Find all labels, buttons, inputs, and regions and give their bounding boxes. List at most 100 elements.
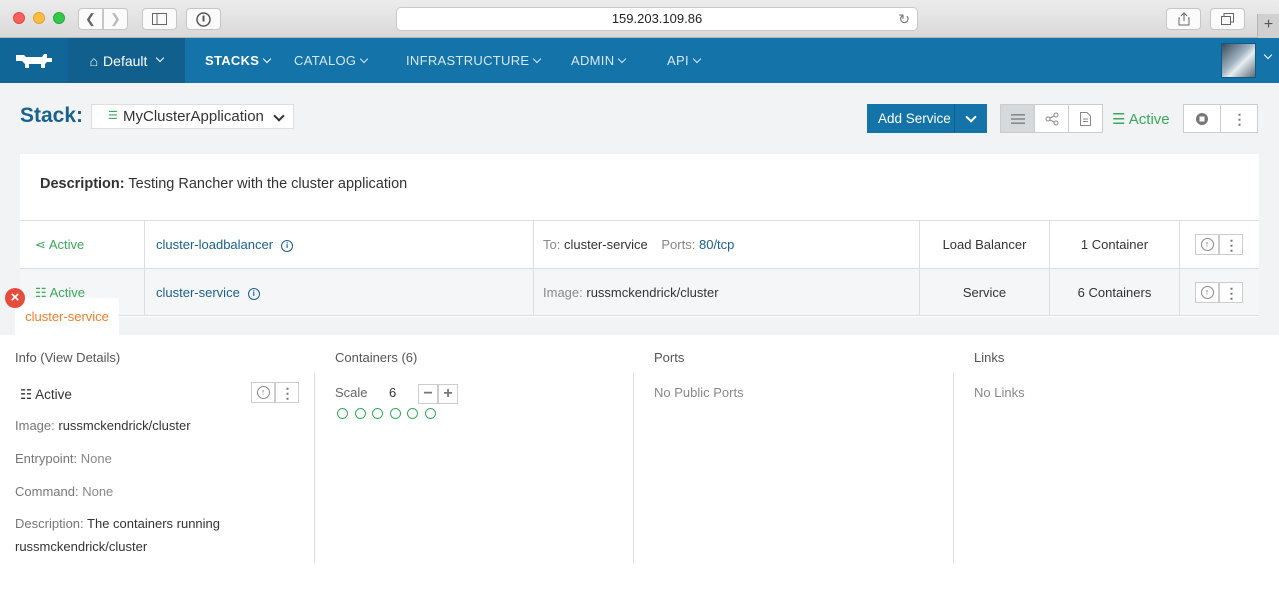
service-state: ⋖ Active xyxy=(35,221,84,268)
window-minimize-button[interactable] xyxy=(33,12,45,24)
scale-decrease-button[interactable]: − xyxy=(418,384,438,404)
upgrade-icon: ↑ xyxy=(1200,238,1214,251)
plus-icon: + xyxy=(1263,16,1274,33)
service-name-link[interactable]: cluster-loadbalancer xyxy=(156,237,273,252)
plus-icon: + xyxy=(443,385,453,402)
service-type: Load Balancer xyxy=(942,237,1027,252)
window-zoom-button[interactable] xyxy=(53,12,65,24)
stop-stack-button[interactable] xyxy=(1183,104,1221,133)
new-tab-button[interactable]: + xyxy=(1257,14,1279,38)
port-link[interactable]: 80/tcp xyxy=(699,237,734,252)
stop-circle-icon xyxy=(1196,112,1208,125)
stack-name: MyClusterApplication xyxy=(123,108,264,125)
forward-button[interactable]: ❯ xyxy=(103,8,128,30)
stack-more-menu-button[interactable]: ⋮ xyxy=(1220,104,1258,133)
chevron-down-icon xyxy=(360,54,369,64)
image-value: russmckendrick/cluster xyxy=(58,418,191,433)
stack-label: Stack: xyxy=(20,104,84,127)
minus-icon: − xyxy=(423,385,433,402)
detail-value: cluster-service xyxy=(563,237,648,252)
sidebar-toggle-button[interactable] xyxy=(142,8,177,30)
upgrade-icon: ↑ xyxy=(1200,286,1214,299)
stack-status: ☰ Active xyxy=(1112,110,1170,128)
detail-description: Description: The containers running russ… xyxy=(15,512,245,558)
home-icon: ⌂ xyxy=(89,52,99,69)
back-button[interactable]: ❮ xyxy=(78,8,103,30)
nav-api[interactable]: API xyxy=(667,38,702,83)
user-avatar[interactable] xyxy=(1221,43,1256,78)
browser-toolbar: ❮ ❯ 159.203.109.86 ↻ + xyxy=(0,0,1279,38)
window-close-button[interactable] xyxy=(13,12,25,24)
containers-heading: Containers (6) xyxy=(335,350,418,365)
image-key: Image: xyxy=(15,418,55,433)
command-value: None xyxy=(82,484,114,499)
service-name-link[interactable]: cluster-service xyxy=(156,285,240,300)
close-icon: × xyxy=(10,289,20,306)
add-service-dropdown-toggle[interactable] xyxy=(954,104,987,133)
scale-increase-button[interactable]: + xyxy=(438,384,458,404)
file-icon xyxy=(1080,111,1091,126)
nav-admin-label: ADMIN xyxy=(571,53,615,68)
detail-tab-cluster-service[interactable]: cluster-service xyxy=(15,298,119,335)
compose-view-button[interactable] xyxy=(1068,104,1103,133)
layers-icon: ☰ xyxy=(108,110,118,122)
service-menu-button[interactable]: ⋮ xyxy=(1219,282,1243,303)
info-icon[interactable]: i xyxy=(281,240,294,252)
service-menu-button[interactable]: ⋮ xyxy=(1219,234,1243,255)
detail-service-state: ☷ Active xyxy=(20,387,72,403)
share-nodes-icon xyxy=(1045,112,1058,125)
nav-infrastructure[interactable]: INFRASTRUCTURE xyxy=(406,38,542,83)
reload-icon[interactable]: ↻ xyxy=(898,8,910,30)
view-details-link[interactable]: View Details xyxy=(45,350,116,365)
stack-status-label: Active xyxy=(1128,111,1170,128)
nav-admin[interactable]: ADMIN xyxy=(571,38,627,83)
container-instance-dot[interactable] xyxy=(389,408,401,419)
close-detail-button[interactable]: × xyxy=(5,288,25,308)
nav-catalog[interactable]: CATALOG xyxy=(294,38,369,83)
rancher-logo[interactable] xyxy=(0,38,68,83)
service-name: cluster-loadbalancer i xyxy=(156,221,294,268)
kebab-icon: ⋮ xyxy=(1224,284,1239,301)
privacy-button[interactable] xyxy=(186,8,221,30)
service-row[interactable]: ☷ Active cluster-service i Image: russmck… xyxy=(20,268,1259,316)
url-text: 159.203.109.86 xyxy=(611,11,703,26)
kebab-icon: ⋮ xyxy=(1224,236,1239,253)
service-type: Service xyxy=(962,285,1007,300)
description-key: Description: xyxy=(15,516,84,531)
detail-menu-button[interactable]: ⋮ xyxy=(275,382,299,403)
add-service-button[interactable]: Add Service xyxy=(867,104,987,133)
divider xyxy=(144,221,145,268)
container-instance-dot[interactable] xyxy=(337,408,348,419)
user-menu-chevron-icon[interactable] xyxy=(1263,50,1273,60)
stack-description: Description: Testing Rancher with the cl… xyxy=(40,176,407,192)
detail-key: Ports: xyxy=(661,237,696,252)
upgrade-button[interactable]: ↑ xyxy=(1195,234,1219,255)
nav-stacks[interactable]: STACKS xyxy=(205,38,272,83)
container-instance-dot[interactable] xyxy=(424,408,436,419)
entrypoint-key: Entrypoint: xyxy=(15,451,78,466)
info-heading: Info ( xyxy=(15,350,45,365)
upgrade-button[interactable]: ↑ xyxy=(1195,282,1219,303)
tabs-overview-button[interactable] xyxy=(1210,8,1245,30)
kebab-icon: ⋮ xyxy=(280,384,295,401)
info-icon[interactable]: i xyxy=(247,288,260,300)
divider xyxy=(1179,269,1180,316)
share-icon xyxy=(1178,12,1189,26)
divider xyxy=(144,269,145,316)
ports-heading: Ports xyxy=(654,350,685,365)
detail-upgrade-button[interactable]: ↑ xyxy=(251,382,275,403)
environment-switcher[interactable]: ⌂ Default xyxy=(68,38,185,83)
column-divider xyxy=(633,373,634,563)
detail-entrypoint: Entrypoint: None xyxy=(15,451,112,466)
info-circle-icon xyxy=(196,11,211,27)
container-instance-dot[interactable] xyxy=(354,408,366,419)
graph-view-button[interactable] xyxy=(1034,104,1069,133)
description-text: Testing Rancher with the cluster applica… xyxy=(128,176,408,192)
address-bar[interactable]: 159.203.109.86 ↻ xyxy=(396,7,918,31)
stack-selector[interactable]: ☰ MyClusterApplication xyxy=(91,104,294,129)
container-instance-dot[interactable] xyxy=(407,408,418,419)
share-button[interactable] xyxy=(1166,8,1201,30)
container-instance-dot[interactable] xyxy=(372,408,383,419)
list-view-button[interactable] xyxy=(1000,104,1035,133)
service-row[interactable]: ⋖ Active cluster-loadbalancer i To: clust… xyxy=(20,220,1259,268)
